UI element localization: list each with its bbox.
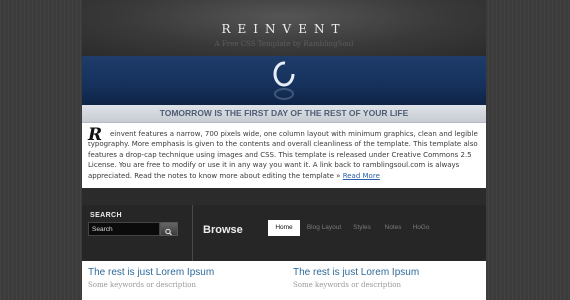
intro-section: einvent features a narrow, 700 pixels wi… (82, 123, 486, 188)
site-subtitle: A Free CSS Template by RamblingSoul (214, 40, 354, 48)
tagline-bar: TOMORROW IS THE FIRST DAY OF THE REST OF… (82, 105, 486, 123)
dropcap: R (88, 125, 103, 145)
navigation-bar: SEARCH Search Browse Home Blog Layout St… (82, 205, 486, 261)
tab-styles[interactable]: Styles (349, 220, 375, 236)
header: REINVENT A Free CSS Template by Rambling… (82, 0, 486, 56)
post-title[interactable]: The rest is just Lorem Ipsum (88, 267, 214, 278)
search-icon (165, 228, 172, 236)
post-subtitle: Some keywords or description (293, 281, 401, 289)
browse-heading: Browse (203, 224, 243, 236)
ring-logo-icon (273, 61, 295, 100)
tagline: TOMORROW IS THE FIRST DAY OF THE REST OF… (159, 108, 409, 118)
post-subtitle: Some keywords or description (88, 281, 196, 289)
read-more-link[interactable]: Read More (343, 172, 380, 180)
tab-notes[interactable]: Notes (381, 220, 405, 236)
banner (82, 56, 486, 105)
search-button[interactable] (160, 222, 178, 236)
intro-text: einvent features a narrow, 700 pixels wi… (88, 129, 478, 181)
site-title[interactable]: REINVENT (82, 22, 486, 36)
post-title[interactable]: The rest is just Lorem Ipsum (293, 267, 419, 278)
intro-body: einvent features a narrow, 700 pixels wi… (88, 130, 478, 180)
page-container: REINVENT A Free CSS Template by Rambling… (82, 0, 486, 300)
nav-divider (192, 205, 193, 261)
tab-home[interactable]: Home (268, 220, 300, 236)
tab-blog-layout[interactable]: Blog Layout (302, 220, 346, 236)
posts-section: The rest is just Lorem Ipsum Some keywor… (82, 261, 486, 300)
search-input[interactable]: Search (88, 222, 160, 236)
search-label: SEARCH (90, 212, 122, 219)
tab-hogo[interactable]: HoGo (410, 220, 432, 236)
